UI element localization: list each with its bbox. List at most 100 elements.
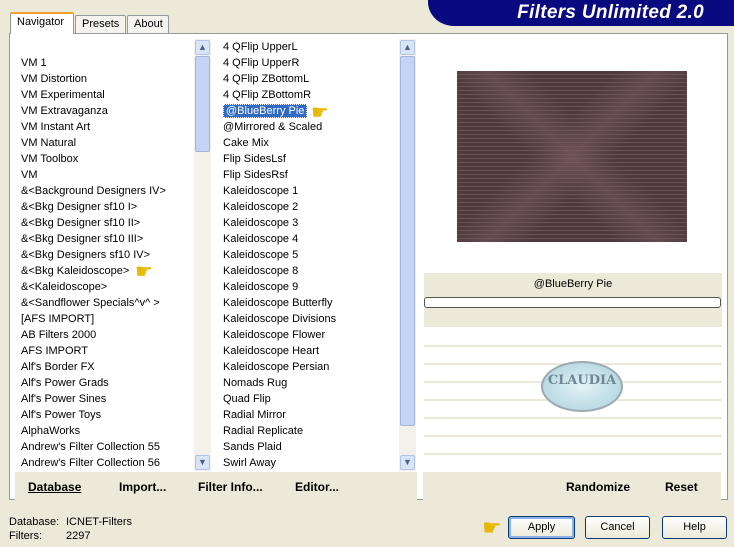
category-item[interactable]: VM [15, 167, 195, 183]
filter-list[interactable]: 4 QFlip UpperL 4 QFlip UpperR 4 QFlip ZBot… [217, 39, 400, 471]
category-item[interactable]: VM Experimental [15, 87, 195, 103]
filter-item[interactable]: Kaleidoscope 8 [217, 263, 400, 279]
category-item[interactable]: Alf's Power Sines [15, 391, 195, 407]
category-item[interactable]: VM Extravaganza [15, 103, 195, 119]
category-item[interactable]: Alf's Border FX [15, 359, 195, 375]
category-list[interactable]: VM 1 VM Distortion VM Experimental VM Extra… [15, 39, 195, 471]
filter-item[interactable]: 4 QFlip UpperR [217, 55, 400, 71]
filter-item[interactable]: Kaleidoscope Flower [217, 327, 400, 343]
filter-item-label: Radial Replicate [223, 425, 304, 437]
category-item[interactable]: VM Toolbox [15, 151, 195, 167]
filter-item[interactable]: @BlueBerry Pie [217, 103, 400, 119]
category-item[interactable]: &<Bkg Kaleidoscope> [15, 263, 195, 279]
randomize-button[interactable]: Randomize [566, 480, 630, 494]
cancel-button[interactable]: Cancel [585, 516, 650, 539]
filter-item-label: Kaleidoscope 3 [223, 217, 299, 229]
category-item[interactable]: AlphaWorks [15, 423, 195, 439]
editor-button[interactable]: Editor... [295, 480, 339, 494]
filter-item[interactable]: Kaleidoscope Heart [217, 343, 400, 359]
filter-item-label: Kaleidoscope Heart [223, 345, 320, 357]
help-button[interactable]: Help [662, 516, 727, 539]
scroll-up-icon[interactable]: ▲ [400, 40, 415, 55]
scroll-thumb[interactable] [195, 56, 210, 152]
filter-info-button[interactable]: Filter Info... [198, 480, 263, 494]
category-item[interactable]: &<Background Designers IV> [15, 183, 195, 199]
filter-item[interactable]: Kaleidoscope 4 [217, 231, 400, 247]
category-item[interactable]: Andrew's Filter Collection 56 [15, 455, 195, 471]
category-item[interactable]: &<Sandflower Specials^v^ > [15, 295, 195, 311]
category-item[interactable]: &<Kaleidoscope> [15, 279, 195, 295]
filter-item[interactable]: @Mirrored & Scaled [217, 119, 400, 135]
filter-item[interactable]: Kaleidoscope 9 [217, 279, 400, 295]
filter-item-label: Kaleidoscope 9 [223, 281, 299, 293]
category-item[interactable]: Alf's Power Toys [15, 407, 195, 423]
scroll-down-icon[interactable]: ▼ [400, 455, 415, 470]
category-item-label: VM [21, 169, 38, 181]
apply-button[interactable]: Apply [508, 516, 575, 539]
filter-item[interactable]: Kaleidoscope Divisions [217, 311, 400, 327]
category-item[interactable]: VM 1 [15, 55, 195, 71]
category-item[interactable]: VM Distortion [15, 71, 195, 87]
filter-item[interactable]: Nomads Rug [217, 375, 400, 391]
filter-item[interactable]: Kaleidoscope Persian [217, 359, 400, 375]
scroll-thumb[interactable] [400, 56, 415, 426]
filter-item[interactable]: Radial Replicate [217, 423, 400, 439]
tab-presets[interactable]: Presets [75, 15, 126, 34]
filter-item[interactable]: Kaleidoscope 3 [217, 215, 400, 231]
filter-item[interactable]: Kaleidoscope 5 [217, 247, 400, 263]
filter-item-label: @BlueBerry Pie [223, 104, 308, 118]
category-item-label: &<Bkg Designers sf10 IV> [21, 249, 151, 261]
category-item[interactable]: Andrew's Filter Collection 55 [15, 439, 195, 455]
import-button[interactable]: Import... [119, 480, 166, 494]
reset-button[interactable]: Reset [665, 480, 698, 494]
tab-navigator[interactable]: Navigator [10, 12, 74, 34]
category-item[interactable]: VM Instant Art [15, 119, 195, 135]
scroll-up-icon[interactable]: ▲ [195, 40, 210, 55]
right-button-bar: Randomize Reset [423, 472, 721, 500]
filter-item[interactable]: Swirl Away [217, 455, 400, 471]
filter-item[interactable]: Kaleidoscope Butterfly [217, 295, 400, 311]
filter-item[interactable]: Sands Plaid [217, 439, 400, 455]
filter-item[interactable]: Flip SidesRsf [217, 167, 400, 183]
category-item-label: Andrew's Filter Collection 56 [21, 457, 161, 469]
filter-item-label: 4 QFlip UpperL [223, 41, 298, 53]
category-item[interactable]: AFS IMPORT [15, 343, 195, 359]
category-item-label: [AFS IMPORT] [21, 313, 95, 325]
tab-about[interactable]: About [127, 15, 169, 34]
category-item-label: &<Bkg Designer sf10 II> [21, 217, 141, 229]
category-item[interactable]: Alf's Power Grads [15, 375, 195, 391]
filter-item[interactable]: Radial Mirror [217, 407, 400, 423]
database-value: ICNET-Filters [66, 516, 132, 528]
filter-item[interactable]: 4 QFlip ZBottomR [217, 87, 400, 103]
category-item-label: &<Bkg Designer sf10 I> [21, 201, 138, 213]
filter-item-label: Kaleidoscope 2 [223, 201, 299, 213]
category-scrollbar[interactable]: ▲ ▼ [194, 39, 211, 471]
pointing-hand-icon: ☛ [135, 261, 153, 283]
category-item[interactable]: AB Filters 2000 [15, 327, 195, 343]
filter-item-label: Quad Flip [223, 393, 271, 405]
category-item-label: VM Natural [21, 137, 77, 149]
category-item-label: VM Distortion [21, 73, 88, 85]
title-banner: Filters Unlimited 2.0 [428, 0, 734, 26]
category-item[interactable]: &<Bkg Designers sf10 IV> [15, 247, 195, 263]
left-button-bar: Database Import... Filter Info... Editor… [15, 472, 417, 500]
filter-item[interactable]: Quad Flip [217, 391, 400, 407]
filter-item[interactable]: Flip SidesLsf [217, 151, 400, 167]
watermark-logo: CLAUDIA [541, 361, 623, 412]
filter-item[interactable]: 4 QFlip UpperL [217, 39, 400, 55]
filter-item[interactable]: Kaleidoscope 1 [217, 183, 400, 199]
category-item[interactable]: VM Natural [15, 135, 195, 151]
filter-item[interactable]: 4 QFlip ZBottomL [217, 71, 400, 87]
category-item[interactable]: [AFS IMPORT] [15, 311, 195, 327]
filter-item[interactable]: Kaleidoscope 2 [217, 199, 400, 215]
filter-scrollbar[interactable]: ▲ ▼ [399, 39, 416, 471]
filters-count-label: Filters: [9, 530, 42, 542]
database-button[interactable]: Database [28, 480, 81, 494]
category-item[interactable]: &<Bkg Designer sf10 III> [15, 231, 195, 247]
scroll-down-icon[interactable]: ▼ [195, 455, 210, 470]
category-item[interactable]: &<Bkg Designer sf10 II> [15, 215, 195, 231]
database-label: Database: [9, 516, 60, 528]
category-item[interactable]: &<Bkg Designer sf10 I> [15, 199, 195, 215]
filter-item[interactable]: Cake Mix [217, 135, 400, 151]
filters-count-value: 2297 [66, 530, 91, 542]
